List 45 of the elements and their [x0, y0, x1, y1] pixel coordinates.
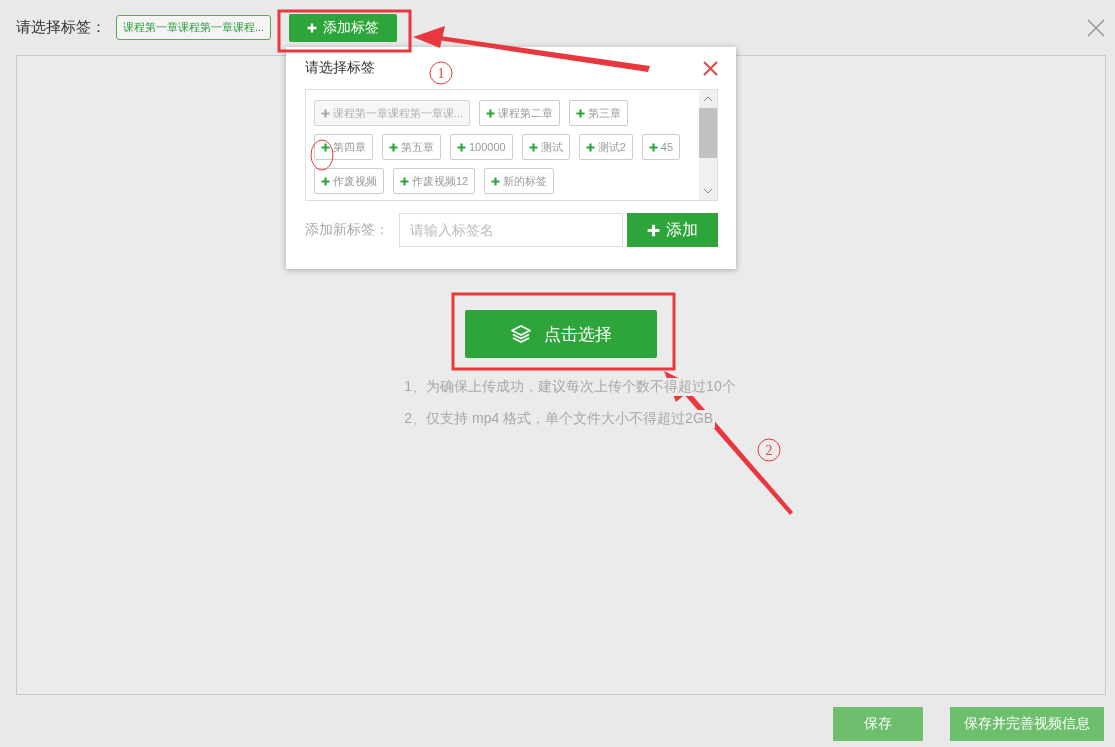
callout-number: 2: [757, 438, 781, 462]
tag-label: 请选择标签：: [16, 18, 106, 37]
plus-icon: [585, 142, 595, 152]
tag-option[interactable]: 测试: [521, 134, 570, 160]
layers-icon: [510, 324, 532, 344]
selected-tag[interactable]: 课程第一章课程第一章课程...: [116, 15, 272, 40]
plus-icon: [321, 108, 330, 118]
scroll-up-icon[interactable]: [703, 95, 713, 103]
tag-option[interactable]: 第五章: [382, 134, 441, 160]
tag-option[interactable]: 100000: [450, 134, 513, 160]
scrollbar[interactable]: [699, 90, 717, 200]
plus-icon: [321, 142, 330, 152]
plus-icon: [400, 176, 409, 186]
save-and-edit-button[interactable]: 保存并完善视频信息: [950, 707, 1104, 741]
plus-icon: [576, 108, 586, 118]
plus-icon: [457, 142, 466, 152]
tag-option[interactable]: 45: [641, 134, 681, 160]
plus-icon: [647, 223, 660, 237]
callout-number: 1: [429, 61, 453, 85]
tag-option[interactable]: 新的标签: [484, 168, 555, 194]
close-icon[interactable]: [1087, 18, 1105, 37]
tag-name-input[interactable]: 请输入标签名: [399, 213, 623, 247]
tag-option[interactable]: 课程第二章: [479, 100, 561, 126]
close-icon[interactable]: [703, 60, 718, 76]
upload-note: 2、仅支持 mp4 格式，单个文件大小不得超过2GB: [402, 410, 716, 428]
new-tag-label: 添加新标签：: [305, 221, 389, 239]
plus-icon: [307, 22, 318, 33]
plus-icon: [321, 176, 330, 186]
tag-option[interactable]: 第四章: [314, 134, 373, 160]
plus-icon: [648, 142, 658, 152]
plus-icon: [491, 176, 501, 186]
save-button[interactable]: 保存: [833, 707, 923, 741]
highlight-circle: [310, 139, 334, 171]
select-files-button[interactable]: 点击选择: [465, 310, 657, 358]
tag-option[interactable]: 作废视频12: [393, 168, 476, 194]
add-tag-button[interactable]: 添加标签: [289, 13, 398, 42]
plus-icon: [486, 108, 496, 118]
tag-option[interactable]: 测试2: [578, 134, 633, 160]
scroll-down-icon[interactable]: [703, 187, 713, 195]
plus-icon: [528, 142, 538, 152]
add-button[interactable]: 添加: [627, 213, 718, 247]
plus-icon: [389, 142, 398, 152]
popup-title: 请选择标签: [305, 59, 375, 77]
scrollbar-thumb[interactable]: [699, 108, 717, 158]
tag-option[interactable]: 作废视频: [314, 168, 384, 194]
